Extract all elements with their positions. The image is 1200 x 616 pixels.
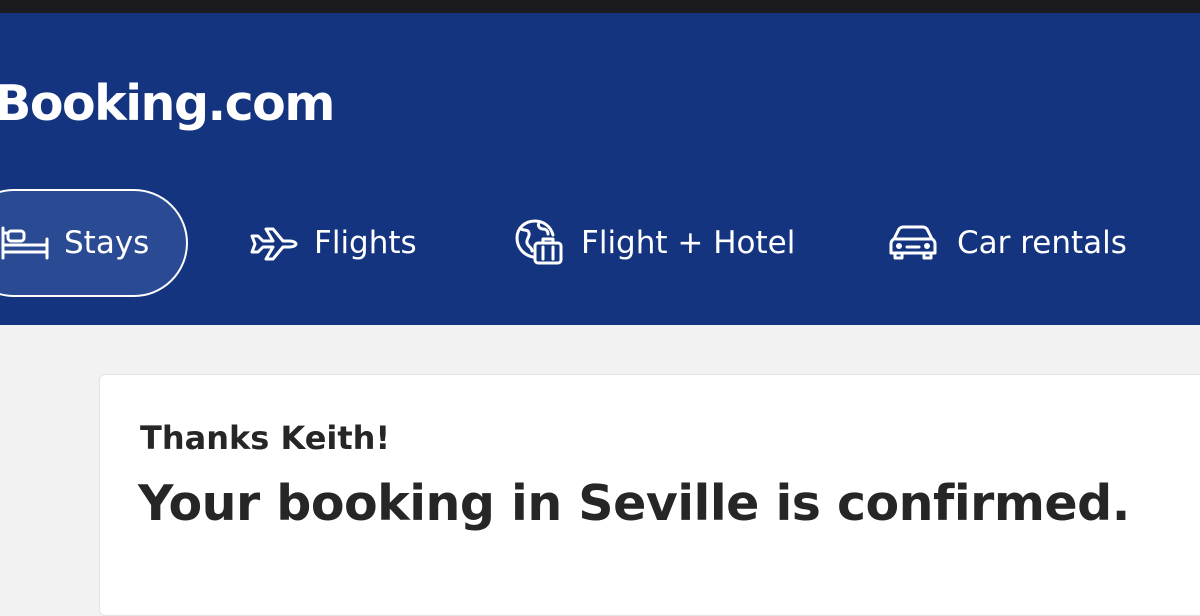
globe-suitcase-icon xyxy=(513,217,565,269)
airplane-icon xyxy=(246,223,298,263)
tab-car-rentals[interactable]: Car rentals xyxy=(887,189,1127,297)
car-icon xyxy=(887,225,939,261)
tab-car-rentals-label: Car rentals xyxy=(957,225,1127,261)
site-header: Booking.com Stays Flights Flight + Hotel… xyxy=(0,13,1200,325)
confirmation-headline: Your booking in Seville is confirmed. xyxy=(138,475,1130,532)
tab-flight-hotel-label: Flight + Hotel xyxy=(581,225,796,261)
tab-flight-hotel[interactable]: Flight + Hotel xyxy=(513,189,795,297)
confirmation-card: Thanks Keith! Your booking in Seville is… xyxy=(99,374,1200,616)
booking-logo[interactable]: Booking.com xyxy=(0,79,335,128)
tab-stays-label: Stays xyxy=(64,225,150,261)
bed-icon xyxy=(0,225,50,261)
greeting-text: Thanks Keith! xyxy=(140,419,391,457)
tab-stays[interactable]: Stays xyxy=(0,189,188,297)
tab-flights[interactable]: Flights xyxy=(246,189,417,297)
tab-flights-label: Flights xyxy=(314,225,417,261)
window-top-bar xyxy=(0,0,1200,13)
